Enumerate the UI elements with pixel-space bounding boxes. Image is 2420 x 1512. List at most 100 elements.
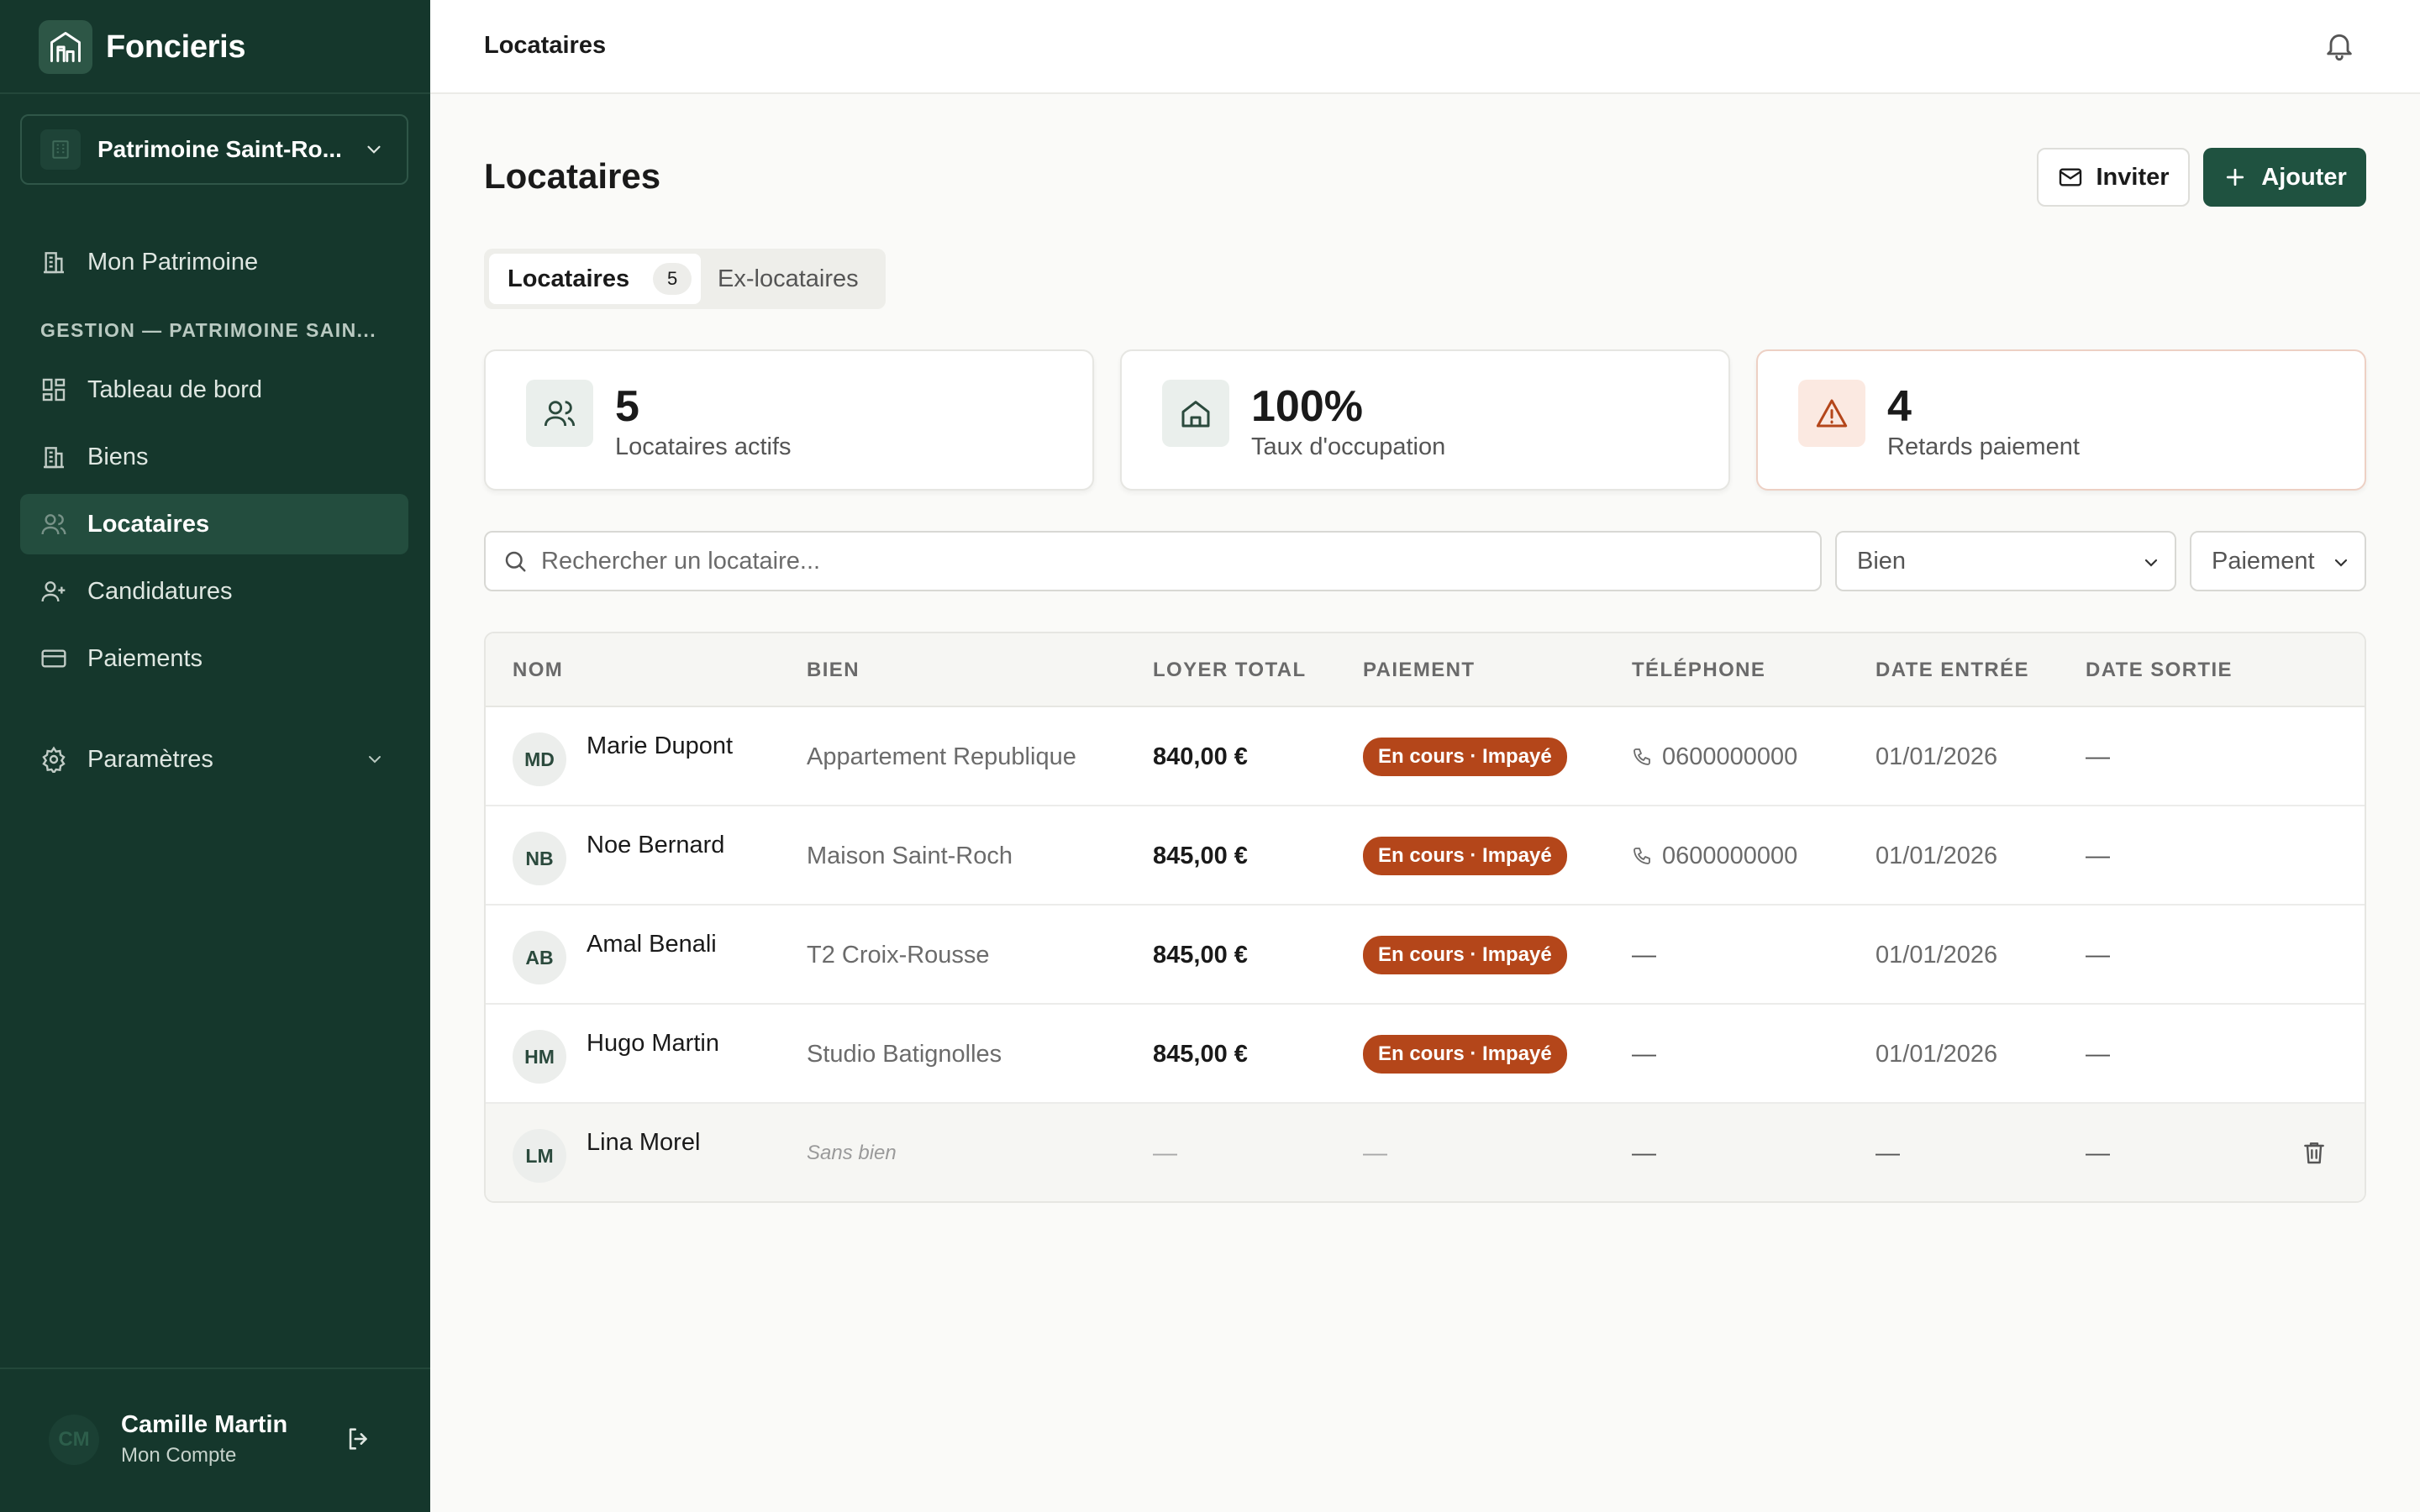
- mail-icon: [2057, 164, 2084, 191]
- avatar: MD: [513, 732, 566, 786]
- dashboard-icon: [39, 375, 69, 405]
- stat-value: 5: [615, 382, 639, 431]
- column-header[interactable]: LOYER TOTAL: [1153, 659, 1307, 682]
- nav-mon-patrimoine[interactable]: Mon Patrimoine: [20, 232, 408, 292]
- search-input[interactable]: [541, 547, 1718, 575]
- page-title: Locataires: [484, 156, 661, 196]
- credit-card-icon: [39, 643, 69, 674]
- stat-card-locataires: 5 Locataires actifs: [484, 349, 1094, 491]
- phone-icon: [1632, 846, 1652, 866]
- phone-number[interactable]: 0600000000: [1662, 843, 1797, 870]
- tenants-table: NOM BIEN LOYER TOTAL PAIEMENT TÉLÉPHONE …: [484, 632, 2366, 1203]
- invite-button[interactable]: Inviter: [2037, 148, 2190, 207]
- trash-icon[interactable]: [2301, 1139, 2328, 1166]
- user-name: Camille Martin: [121, 1411, 288, 1438]
- divider: [0, 92, 430, 94]
- table-row[interactable]: HM Hugo Martin Studio Batignolles 845,00…: [486, 1005, 2365, 1104]
- phone-number[interactable]: 0600000000: [1662, 743, 1797, 771]
- tabs: Locataires 5 Ex-locataires: [484, 249, 886, 309]
- tenant-name[interactable]: Amal Benali: [587, 931, 717, 958]
- add-button[interactable]: Ajouter: [2203, 148, 2366, 207]
- avatar: CM: [49, 1414, 99, 1465]
- property-cell: Maison Saint-Roch: [807, 842, 1013, 869]
- tab-label: Ex-locataires: [718, 265, 859, 292]
- date-out-cell: —: [2086, 743, 2110, 770]
- column-header[interactable]: DATE ENTRÉE: [1876, 659, 2029, 682]
- logout-icon[interactable]: [345, 1425, 373, 1453]
- tenant-name[interactable]: Lina Morel: [587, 1129, 700, 1157]
- phone-icon: [1632, 747, 1652, 767]
- tenant-name[interactable]: Marie Dupont: [587, 732, 733, 760]
- tenant-name[interactable]: Noe Bernard: [587, 832, 724, 859]
- phone-cell: —: [1632, 1040, 1656, 1068]
- chevron-down-icon: [363, 139, 385, 160]
- stat-value: 100%: [1251, 382, 1363, 431]
- property-cell: Sans bien: [807, 1142, 897, 1164]
- user-account-label: Mon Compte: [121, 1444, 237, 1467]
- nav-label: Biens: [87, 443, 149, 470]
- select-value: Bien: [1857, 547, 1907, 575]
- column-header[interactable]: BIEN: [807, 659, 860, 682]
- chevron-down-icon: [365, 749, 385, 769]
- avatar: LM: [513, 1129, 566, 1183]
- users-icon: [526, 380, 593, 447]
- bien-filter-select[interactable]: Bien: [1835, 531, 2176, 591]
- paiement-filter-select[interactable]: Paiement: [2190, 531, 2366, 591]
- user-profile[interactable]: CM Camille Martin Mon Compte: [49, 1411, 287, 1467]
- table-row[interactable]: MD Marie Dupont Appartement Republique 8…: [486, 707, 2365, 806]
- nav-candidatures[interactable]: Candidatures: [20, 561, 408, 622]
- status-badge: En cours · Impayé: [1363, 1035, 1567, 1074]
- stat-label: Retards paiement: [1887, 433, 2080, 460]
- building-logo-icon: [39, 20, 92, 74]
- search-box[interactable]: [484, 531, 1822, 591]
- table-header: NOM BIEN LOYER TOTAL PAIEMENT TÉLÉPHONE …: [486, 633, 2365, 707]
- nav-paiements[interactable]: Paiements: [20, 628, 408, 689]
- divider: [0, 1368, 430, 1369]
- tab-ex-locataires[interactable]: Ex-locataires: [718, 254, 859, 304]
- rent-cell: 845,00 €: [1153, 842, 1248, 869]
- nav-label: Paiements: [87, 644, 203, 672]
- org-switcher[interactable]: Patrimoine Saint-Ro...: [20, 114, 408, 185]
- brand[interactable]: Foncieris: [39, 20, 246, 74]
- nav-tableau-de-bord[interactable]: Tableau de bord: [20, 360, 408, 420]
- column-header[interactable]: TÉLÉPHONE: [1632, 659, 1765, 682]
- sidebar: Foncieris Patrimoine Saint-Ro... Mon Pat…: [0, 0, 430, 1512]
- property-cell: Appartement Republique: [807, 743, 1076, 770]
- users-icon: [39, 509, 69, 539]
- rent-cell: 845,00 €: [1153, 941, 1248, 969]
- bell-icon[interactable]: [2323, 29, 2356, 62]
- add-label: Ajouter: [2261, 163, 2347, 191]
- date-in-cell: 01/01/2026: [1876, 1040, 1998, 1068]
- chevron-down-icon: [2141, 553, 2161, 573]
- topbar: Locataires: [430, 0, 2420, 94]
- nav-label: Tableau de bord: [87, 375, 262, 403]
- app-name: Foncieris: [106, 29, 246, 65]
- column-header[interactable]: NOM: [513, 659, 563, 682]
- status-badge: En cours · Impayé: [1363, 738, 1567, 776]
- date-in-cell: 01/01/2026: [1876, 743, 1998, 770]
- date-out-cell: —: [2086, 1040, 2110, 1068]
- nav-locataires[interactable]: Locataires: [20, 494, 408, 554]
- column-header[interactable]: DATE SORTIE: [2086, 659, 2233, 682]
- building-icon: [39, 442, 69, 472]
- table-row[interactable]: LM Lina Morel Sans bien — — — — —: [486, 1104, 2365, 1201]
- property-cell: Studio Batignolles: [807, 1040, 1002, 1068]
- table-row[interactable]: NB Noe Bernard Maison Saint-Roch 845,00 …: [486, 806, 2365, 906]
- date-out-cell: —: [2086, 842, 2110, 869]
- count-badge: 5: [653, 263, 692, 295]
- tenant-name[interactable]: Hugo Martin: [587, 1030, 719, 1058]
- nav-section-title: GESTION — PATRIMOINE SAIN...: [40, 319, 376, 341]
- building-icon: [40, 129, 81, 170]
- gear-icon: [39, 744, 69, 774]
- date-in-cell: 01/01/2026: [1876, 842, 1998, 869]
- date-out-cell: —: [2086, 1139, 2110, 1167]
- avatar: AB: [513, 931, 566, 984]
- column-header[interactable]: PAIEMENT: [1363, 659, 1475, 682]
- table-row[interactable]: AB Amal Benali T2 Croix-Rousse 845,00 € …: [486, 906, 2365, 1005]
- chevron-down-icon: [2331, 553, 2351, 573]
- avatar: NB: [513, 832, 566, 885]
- tab-locataires[interactable]: Locataires 5: [489, 254, 701, 304]
- status-badge: En cours · Impayé: [1363, 936, 1567, 974]
- nav-biens[interactable]: Biens: [20, 427, 408, 487]
- nav-parametres[interactable]: Paramètres: [20, 729, 408, 790]
